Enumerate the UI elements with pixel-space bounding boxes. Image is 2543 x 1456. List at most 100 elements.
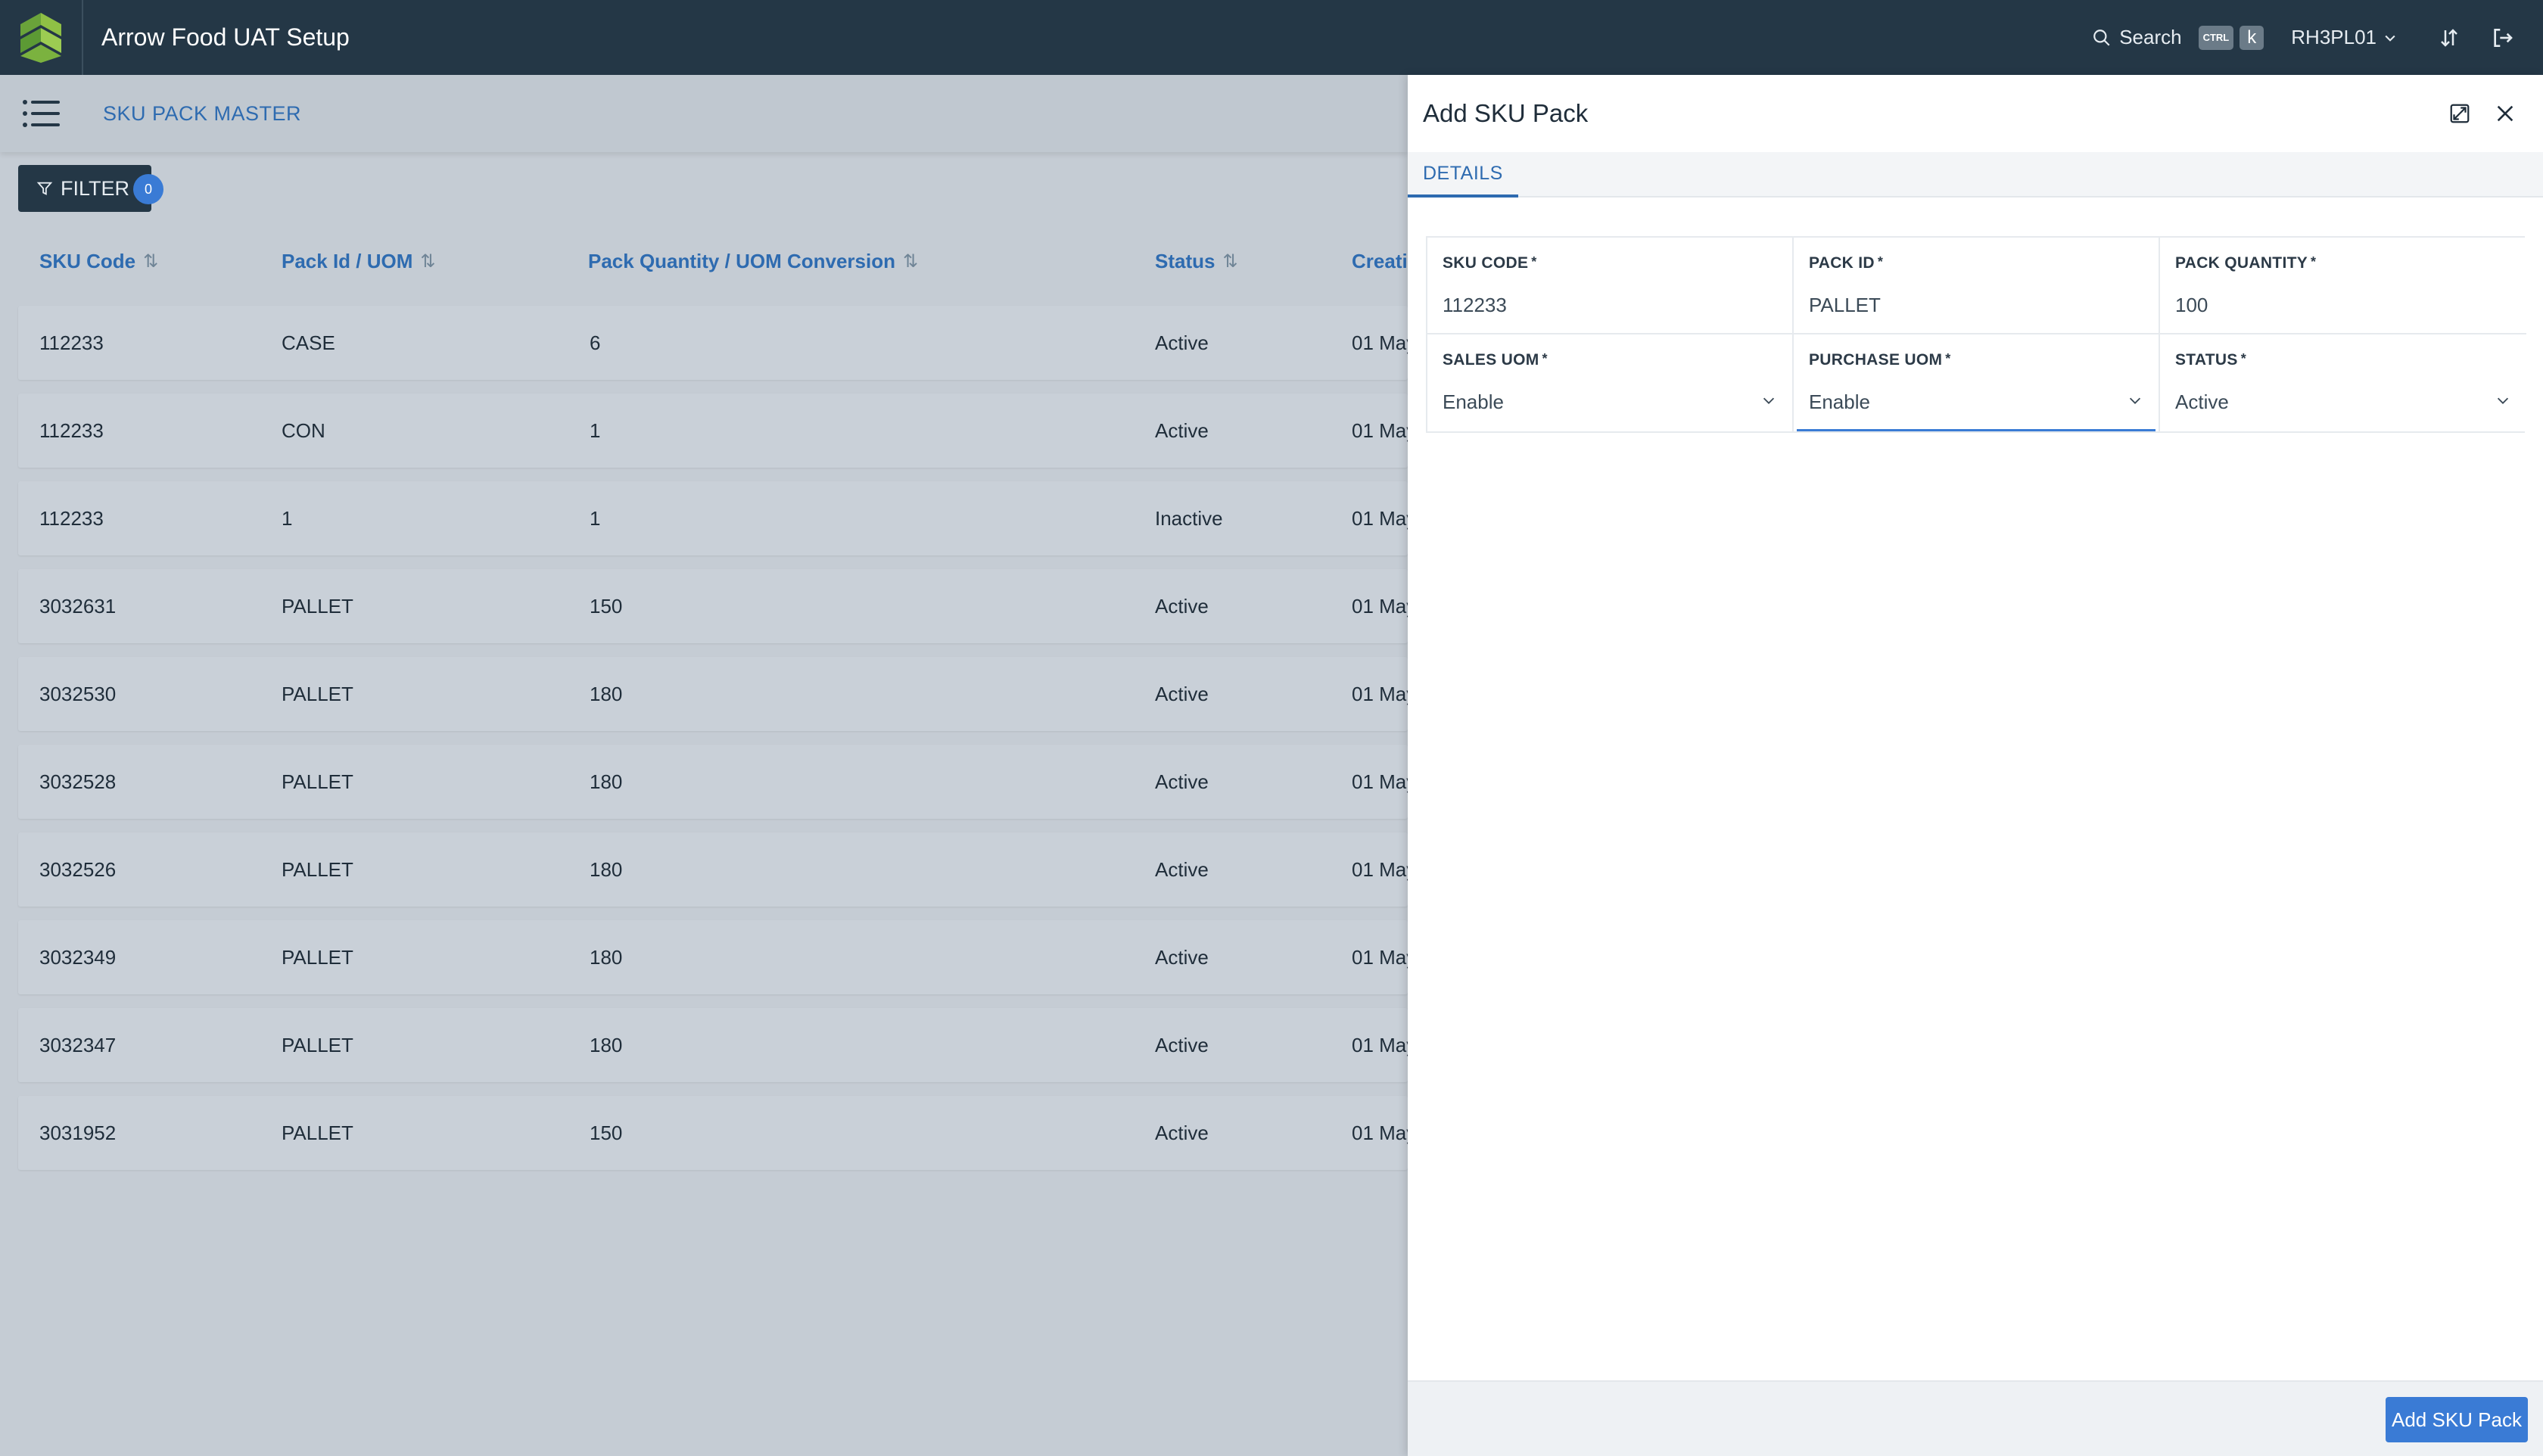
cell-pack-quantity: 1 (590, 506, 601, 530)
shortcut-ctrl-key: CTRL (2198, 25, 2234, 50)
cell-status: Active (1155, 331, 1209, 354)
expand-icon (2450, 104, 2470, 123)
cell-pack-id: PALLET (282, 770, 353, 793)
cell-creation: 01 May (1352, 506, 1408, 530)
hamburger-menu-icon (23, 100, 60, 127)
expand-panel-button[interactable] (2437, 91, 2482, 136)
cell-sku-code: 3031952 (39, 1121, 117, 1144)
sku-code-field[interactable]: SKU CODE * 112233 (1427, 238, 1794, 334)
sort-icon: ⇅ (902, 250, 919, 272)
pack-quantity-field[interactable]: PACK QUANTITY * 100 (2160, 238, 2526, 334)
cell-pack-quantity: 180 (590, 770, 623, 793)
panel-header: Add SKU Pack (1408, 75, 2543, 152)
column-header-creation[interactable]: Creation (1352, 235, 1408, 288)
column-header-status[interactable]: Status ⇅ (1155, 235, 1238, 288)
panel-title: Add SKU Pack (1423, 99, 1589, 127)
field-label-text: PURCHASE UOM (1809, 351, 1943, 369)
table-row[interactable]: 3032349 PALLET 180 Active 01 May (18, 920, 1408, 994)
cell-sku-code: 112233 (39, 418, 104, 442)
logout-icon (2494, 28, 2513, 47)
cell-status: Active (1155, 945, 1209, 969)
table-row[interactable]: 3032528 PALLET 180 Active 01 May (18, 745, 1408, 819)
shortcut-k-key: k (2240, 25, 2264, 50)
add-sku-pack-button[interactable]: Add SKU Pack (2386, 1397, 2528, 1442)
cell-sku-code: 112233 (39, 506, 104, 530)
sku-pack-form: SKU CODE * 112233 PACK ID * PALLET PACK QU… (1426, 236, 2526, 433)
purchase-uom-field[interactable]: PURCHASE UOM * Enable (1794, 334, 2160, 431)
table-row[interactable]: 112233 1 1 Inactive 01 May (18, 481, 1408, 555)
pack-quantity-input[interactable]: 100 (2175, 294, 2208, 317)
table-row[interactable]: 112233 CON 1 Active 01 May (18, 394, 1408, 468)
menu-toggle-button[interactable] (0, 75, 83, 152)
cell-pack-id: 1 (282, 506, 293, 530)
filter-button[interactable]: FILTER (18, 165, 151, 212)
table-row[interactable]: 3032631 PALLET 150 Active 01 May (18, 569, 1408, 643)
pack-id-input[interactable]: PALLET (1809, 294, 1881, 317)
field-label-text: STATUS (2175, 351, 2238, 369)
cell-status: Active (1155, 682, 1209, 705)
cell-sku-code: 112233 (39, 331, 104, 354)
cell-sku-code: 3032528 (39, 770, 117, 793)
panel-tabs: DETAILS (1408, 152, 2543, 198)
cell-sku-code: 3032631 (39, 594, 117, 618)
panel-footer: Add SKU Pack (1408, 1380, 2543, 1456)
required-mark: * (2311, 254, 2317, 269)
cell-pack-quantity: 150 (590, 594, 623, 618)
cell-pack-id: PALLET (282, 682, 353, 705)
cell-pack-id: PALLET (282, 857, 353, 881)
sales-uom-field[interactable]: SALES UOM * Enable (1427, 334, 1794, 431)
cell-sku-code: 3032530 (39, 682, 117, 705)
table-header: SKU Code ⇅ Pack Id / UOM ⇅ Pack Quantity /… (18, 235, 1411, 288)
column-header-label: Pack Id / UOM (282, 249, 413, 272)
cell-status: Active (1155, 594, 1209, 618)
sort-arrows-icon (2441, 28, 2457, 47)
cell-pack-quantity: 180 (590, 945, 623, 969)
required-mark: * (1542, 351, 1548, 366)
chevron-down-icon[interactable] (1760, 392, 1777, 409)
cell-status: Inactive (1155, 506, 1223, 530)
cell-pack-id: PALLET (282, 945, 353, 969)
table-row[interactable]: 3032526 PALLET 180 Active 01 May (18, 832, 1408, 907)
cell-creation: 01 May (1352, 682, 1408, 705)
cell-pack-id: PALLET (282, 1121, 353, 1144)
cell-sku-code: 3032349 (39, 945, 117, 969)
filter-count-badge: 0 (133, 174, 163, 204)
status-select[interactable]: Active (2175, 390, 2229, 414)
table-row[interactable]: 112233 CASE 6 Active 01 May (18, 306, 1408, 380)
chevron-down-icon[interactable] (2127, 392, 2143, 409)
logout-button[interactable] (2479, 15, 2525, 61)
cell-creation: 01 May (1352, 857, 1408, 881)
global-search[interactable]: Search CTRL k (2092, 25, 2264, 50)
cell-sku-code: 3032526 (39, 857, 117, 881)
sales-uom-select[interactable]: Enable (1443, 390, 1504, 414)
user-menu[interactable]: RH3PL01 (2291, 26, 2398, 49)
filter-icon (36, 182, 53, 195)
column-header-pack-id[interactable]: Pack Id / UOM ⇅ (282, 235, 436, 288)
pack-id-field[interactable]: PACK ID * PALLET (1794, 238, 2160, 334)
page-header: SKU PACK MASTER (0, 75, 1408, 152)
table-row[interactable]: 3032530 PALLET 180 Active 01 May (18, 657, 1408, 731)
chevron-down-icon[interactable] (2495, 392, 2511, 409)
close-panel-button[interactable] (2482, 91, 2528, 136)
table-row[interactable]: 3032347 PALLET 180 Active 01 May (18, 1008, 1408, 1082)
cell-pack-quantity: 6 (590, 331, 601, 354)
cell-creation: 01 May (1352, 1033, 1408, 1056)
add-sku-pack-panel: Add SKU Pack DETAILS SKU CODE * 112233 PA… (1408, 75, 2543, 1456)
table-body: 112233 CASE 6 Active 01 May 112233 CON 1… (18, 306, 1408, 1184)
required-mark: * (2240, 351, 2246, 366)
required-mark: * (1945, 351, 1951, 366)
top-bar: Arrow Food UAT Setup Search CTRL k RH3PL… (0, 0, 2543, 75)
sort-icon: ⇅ (143, 250, 159, 272)
sku-code-input[interactable]: 112233 (1443, 294, 1507, 317)
field-label-text: PACK QUANTITY (2175, 254, 2308, 272)
column-header-sku-code[interactable]: SKU Code ⇅ (39, 235, 158, 288)
sort-toggle-button[interactable] (2426, 15, 2472, 61)
tab-details[interactable]: DETAILS (1408, 152, 1518, 198)
table-row[interactable]: 3031952 PALLET 150 Active 01 May (18, 1096, 1408, 1170)
column-header-pack-quantity[interactable]: Pack Quantity / UOM Conversion ⇅ (588, 235, 918, 288)
status-field[interactable]: STATUS * Active (2160, 334, 2526, 431)
cell-creation: 01 May (1352, 418, 1408, 442)
purchase-uom-select[interactable]: Enable (1809, 390, 1870, 414)
field-label-text: SKU CODE (1443, 254, 1529, 272)
app-logo[interactable] (0, 0, 83, 75)
